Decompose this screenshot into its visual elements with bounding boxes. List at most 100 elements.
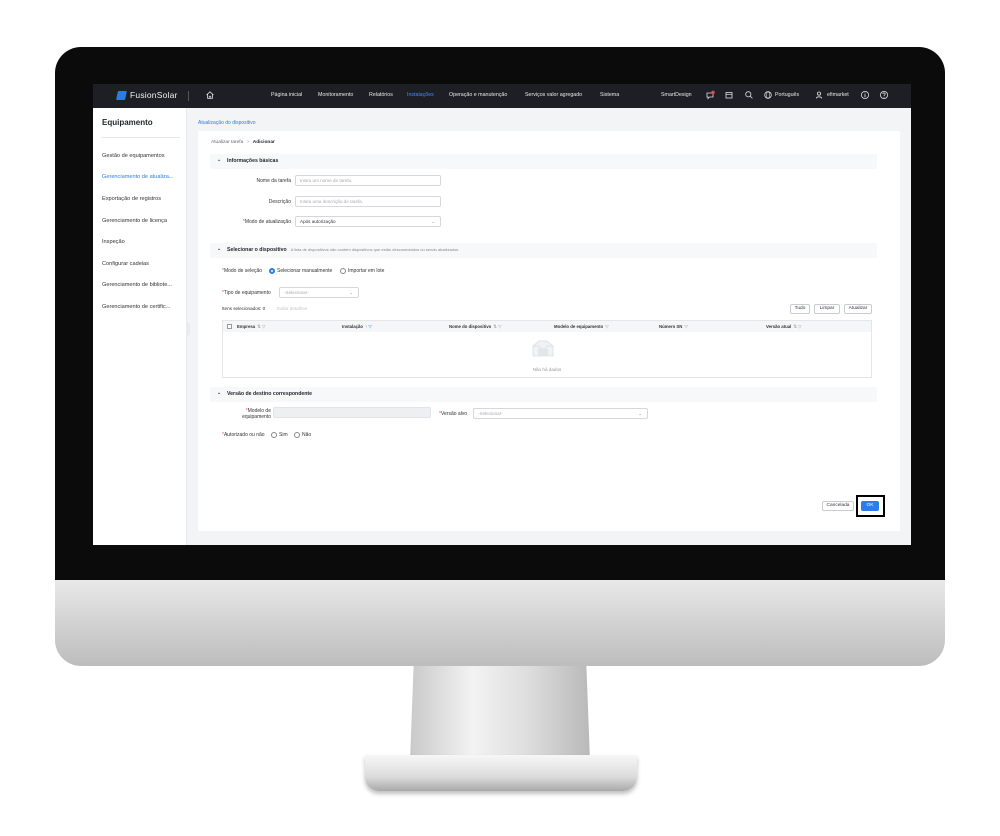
chevron-down-icon: ⌄ (638, 411, 642, 416)
target-version-value: -Selecionar- (478, 411, 503, 416)
ok-button-highlight-frame (856, 495, 885, 517)
radio-batch-import[interactable] (340, 268, 346, 274)
sub-breadcrumb: Atualizar tarefa > Adicionar (211, 140, 275, 145)
sidebar-item-configure-strings[interactable]: Configurar cadeias (102, 261, 149, 267)
user-icon[interactable] (814, 90, 824, 100)
breadcrumb-current: Adicionar (252, 140, 275, 145)
filter-icon: ▽ (684, 324, 688, 329)
search-icon[interactable] (744, 90, 754, 100)
sort-filter-icon: ⇅ ▽ (793, 324, 802, 329)
monitor-stand-neck (410, 666, 590, 761)
radio-manual-select-label[interactable]: Selecionar manualmente (277, 268, 332, 274)
nav-home[interactable]: Página inicial (271, 92, 302, 98)
col-equipment-model[interactable]: Modelo de equipamento ▽ (554, 324, 609, 330)
breadcrumb-separator: > (246, 140, 250, 145)
nav-reports[interactable]: Relatórios (369, 92, 393, 98)
home-icon[interactable] (205, 90, 215, 100)
select-all-checkbox[interactable] (227, 324, 232, 329)
section-basic-info-header[interactable]: ⌄ Informações básicas (210, 154, 877, 169)
section-basic-info-title: Informações básicas (227, 158, 279, 164)
selection-mode-label: *Modo de seleção (222, 268, 263, 274)
clear-button[interactable]: Limpar (814, 304, 840, 314)
upgrade-mode-label: *Modo de atualização (242, 219, 291, 225)
chevron-down-icon: ⌄ (431, 219, 435, 224)
sort-filter-icon: ⇅ ▽ (257, 324, 266, 329)
device-table-header: Empresa ⇅ ▽ Instalação ↑ ▽ Nome do disposi… (223, 321, 871, 332)
refresh-button[interactable]: Atualizar (844, 304, 872, 314)
chevron-down-icon: ⌄ (349, 290, 353, 295)
calendar-icon[interactable] (724, 90, 734, 100)
radio-authorized-yes[interactable] (271, 432, 277, 438)
smartdesign-link[interactable]: SmartDesign (661, 92, 692, 98)
filter-icon: ▽ (605, 324, 609, 329)
sidebar-item-library-management[interactable]: Gerenciamento de bibliote... (102, 282, 172, 288)
equipment-model-label: *Modelo de equipamento (242, 408, 271, 420)
language-selector[interactable]: Português (775, 92, 799, 98)
radio-authorized-no-label[interactable]: Não (302, 432, 311, 438)
description-input[interactable]: Insira uma descrição de tarefa. (295, 196, 441, 207)
section-select-device-note: A lista de dispositivos não contém dispo… (290, 247, 460, 252)
nav-value-added-services[interactable]: Serviços valor agregado (525, 92, 582, 98)
app-logo-text: FusionSolar (130, 90, 178, 100)
help-icon[interactable] (879, 90, 889, 100)
user-name[interactable]: efimarket (827, 92, 849, 98)
sidebar-title: Equipamento (102, 118, 153, 127)
nav-system[interactable]: Sistema (600, 92, 619, 98)
task-name-input[interactable]: Insira um nome de tarefa. (295, 175, 441, 186)
monitor-stand-base (365, 755, 637, 791)
top-navbar: FusionSolar Página inicial Monitoramento… (93, 84, 911, 108)
description-label: Descrição (268, 199, 291, 205)
radio-authorized-yes-label[interactable]: Sim (279, 432, 288, 438)
sidebar-divider (102, 137, 180, 138)
upgrade-mode-select[interactable]: Após autorização ⌄ (295, 216, 441, 227)
chevron-down-icon: ⌄ (217, 157, 222, 163)
equipment-type-label: *Tipo de equipamento (222, 290, 271, 296)
app-screen: FusionSolar Página inicial Monitoramento… (93, 84, 911, 545)
col-device-name[interactable]: Nome do dispositivo ⇅ ▽ (449, 324, 501, 330)
equipment-model-input (273, 407, 431, 418)
nav-monitoring[interactable]: Monitoramento (318, 92, 353, 98)
target-version-select[interactable]: -Selecionar- ⌄ (473, 408, 648, 419)
breadcrumb-parent[interactable]: Atualizar tarefa (211, 140, 243, 145)
info-icon[interactable] (860, 90, 870, 100)
select-all-button[interactable]: Tudo (790, 304, 810, 314)
globe-icon[interactable] (763, 90, 773, 100)
target-version-label: *Versão alvo (439, 411, 468, 417)
sidebar: Equipamento Gestão de equipamentos Geren… (93, 108, 187, 545)
chevron-down-icon: ⌄ (217, 246, 222, 252)
col-company[interactable]: Empresa ⇅ ▽ (237, 324, 265, 330)
equipment-type-select[interactable]: -Selecionar- ⌄ (279, 287, 359, 298)
radio-authorized-no[interactable] (294, 432, 300, 438)
nav-installations[interactable]: Instalações (407, 92, 434, 98)
sidebar-item-certificate-management[interactable]: Gerenciamento de certific... (102, 304, 170, 310)
selected-items-count: Itens selecionados: 0 (222, 306, 266, 311)
chevron-down-icon: ⌄ (217, 390, 222, 396)
sidebar-item-log-export[interactable]: Exportação de registros (102, 196, 161, 202)
radio-manual-select[interactable] (269, 268, 275, 274)
device-table: Empresa ⇅ ▽ Instalação ↑ ▽ Nome do disposi… (222, 320, 872, 378)
section-target-version-header[interactable]: ⌄ Versão de destino correspondente (210, 387, 877, 402)
col-current-version[interactable]: Versão atual ⇅ ▽ (766, 324, 801, 330)
fusionsolar-logo-icon (116, 91, 127, 100)
table-empty-text: Não há dados (532, 367, 562, 372)
notification-icon[interactable] (705, 90, 715, 100)
section-target-version-title: Versão de destino correspondente (227, 391, 313, 397)
sidebar-item-device-management[interactable]: Gestão de equipamentos (102, 153, 165, 159)
sidebar-item-upgrade-management[interactable]: Gerenciamento de atualiza... (102, 174, 174, 180)
authorized-label: *Autorizado ou não (222, 432, 265, 438)
col-serial-number[interactable]: Número SN ▽ (659, 324, 688, 330)
page-breadcrumb[interactable]: Atualização do dispositivo (198, 120, 256, 126)
section-select-device-header[interactable]: ⌄ Selecionar o dispositivo A lista de dis… (210, 243, 877, 258)
col-installation[interactable]: Instalação ↑ ▽ (342, 324, 372, 330)
monitor-chin (55, 580, 945, 666)
sidebar-item-inspection[interactable]: Inspeção (102, 239, 125, 245)
sidebar-collapse-handle[interactable] (186, 322, 190, 336)
navbar-divider (188, 91, 189, 101)
equipment-type-value: -Selecionar- (284, 290, 309, 295)
show-details-link[interactable]: Exibir detalhes (277, 306, 307, 311)
sidebar-item-license-management[interactable]: Gerenciamento de licença (102, 218, 167, 224)
task-name-label: Nome da tarefa (256, 178, 291, 184)
nav-operations[interactable]: Operação e manutenção (449, 92, 507, 98)
cancel-button[interactable]: Cancelada (822, 501, 854, 511)
radio-batch-import-label[interactable]: Importar em lote (348, 268, 384, 274)
